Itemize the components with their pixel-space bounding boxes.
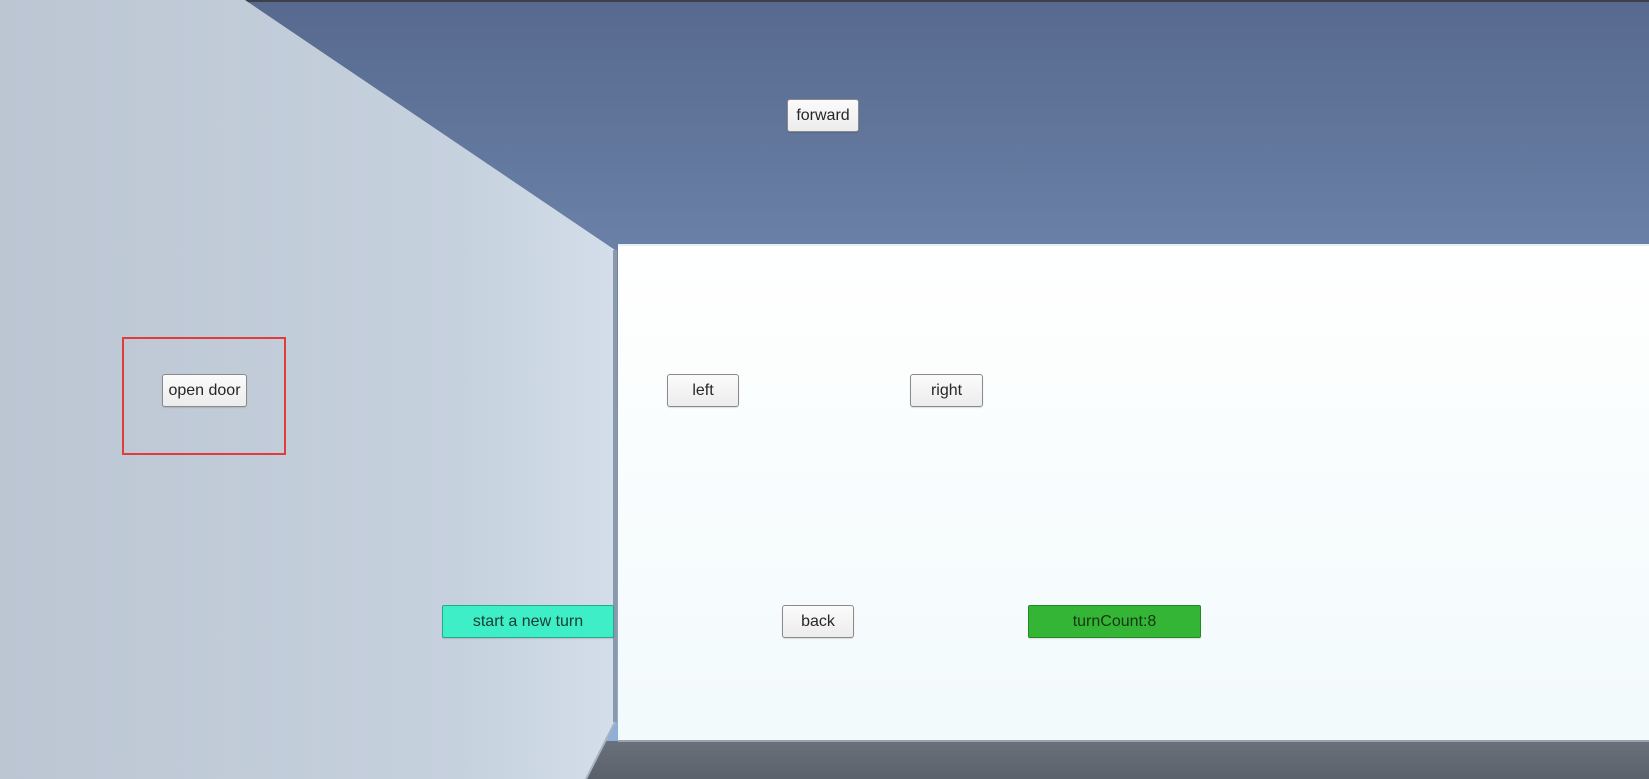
open-door-button[interactable]: open door: [162, 374, 247, 407]
turn-count-badge: turnCount:8: [1028, 605, 1201, 638]
left-button[interactable]: left: [667, 374, 739, 407]
start-new-turn-button[interactable]: start a new turn: [442, 605, 614, 638]
game-viewport: forward open door left right start a new…: [0, 0, 1649, 779]
front-wall: [618, 245, 1649, 741]
back-button[interactable]: back: [782, 605, 854, 638]
floor: [562, 741, 1649, 779]
forward-button[interactable]: forward: [787, 99, 859, 132]
right-button[interactable]: right: [910, 374, 983, 407]
